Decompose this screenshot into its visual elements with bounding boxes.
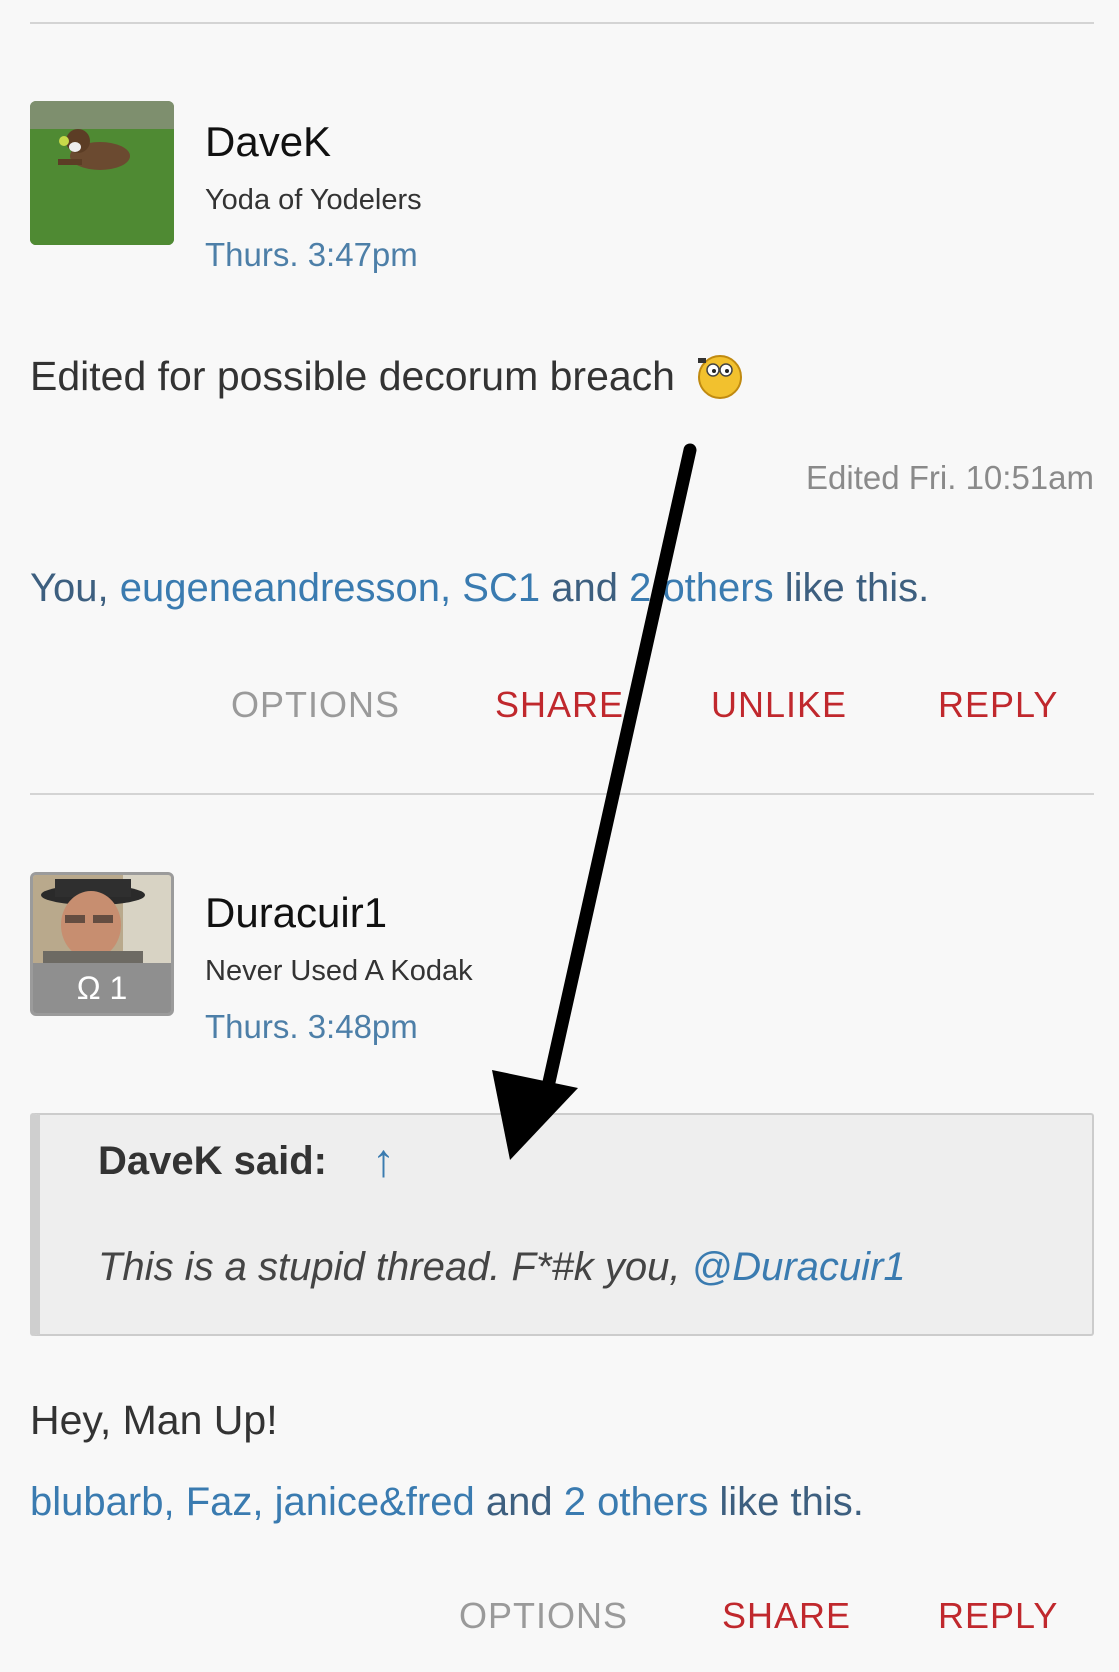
quote-block: DaveK said: ↑ This is a stupid thread. F… [30, 1113, 1094, 1336]
like-user-link[interactable]: SC1 [462, 566, 540, 610]
likes-suffix: like this. [719, 1480, 864, 1524]
quote-author: DaveK said: [98, 1139, 327, 1183]
likes-and: and [485, 1480, 553, 1524]
like-user-link[interactable]: Faz, [186, 1480, 264, 1524]
rank-badge: Ω 1 [33, 963, 171, 1013]
likes-and: and [551, 566, 618, 610]
edited-timestamp: Edited Fri. 10:51am [806, 459, 1094, 496]
quote-text: This is a stupid thread. F*#k you, @Dura… [98, 1245, 906, 1290]
likes-you: You, [30, 566, 109, 610]
mention-link[interactable]: @Duracuir1 [692, 1245, 906, 1289]
user-title: Never Used A Kodak [205, 955, 473, 987]
like-user-link[interactable]: blubarb, [30, 1480, 175, 1524]
post-body: Edited for possible decorum breach [30, 352, 744, 400]
share-button[interactable]: SHARE [722, 1595, 851, 1637]
post-timestamp[interactable]: Thurs. 3:48pm [205, 1008, 418, 1046]
reply-button[interactable]: REPLY [938, 1595, 1058, 1637]
options-button[interactable]: OPTIONS [231, 684, 400, 726]
reply-button[interactable]: REPLY [938, 684, 1058, 726]
unlike-button[interactable]: UNLIKE [711, 684, 847, 726]
post-body: Hey, Man Up! [30, 1397, 278, 1443]
like-user-link[interactable]: janice&fred [275, 1480, 475, 1524]
post-body-text: Edited for possible decorum breach [30, 353, 675, 399]
options-button[interactable]: OPTIONS [459, 1595, 628, 1637]
quote-body: This is a stupid thread. F*#k you, [98, 1245, 681, 1289]
emoji-icon [694, 352, 744, 400]
likes-others-link[interactable]: 2 others [564, 1480, 709, 1524]
share-button[interactable]: SHARE [495, 684, 624, 726]
user-title: Yoda of Yodelers [205, 184, 422, 216]
post-username[interactable]: Duracuir1 [205, 889, 387, 937]
post-timestamp[interactable]: Thurs. 3:47pm [205, 236, 418, 274]
like-user-link[interactable]: eugeneandresson, [120, 566, 451, 610]
dog-photo-icon [30, 101, 174, 245]
likes-line: You, eugeneandresson, SC1 and 2 others l… [30, 566, 929, 611]
quote-source-arrow-icon[interactable]: ↑ [372, 1133, 395, 1187]
man-photo-icon [33, 875, 171, 963]
likes-others-link[interactable]: 2 others [629, 566, 774, 610]
avatar[interactable] [30, 101, 174, 245]
likes-line: blubarb, Faz, janice&fred and 2 others l… [30, 1480, 864, 1525]
post-username[interactable]: DaveK [205, 118, 331, 166]
avatar[interactable]: Ω 1 [30, 872, 174, 1016]
top-divider [30, 22, 1094, 24]
likes-suffix: like this. [784, 566, 930, 610]
post-divider [30, 793, 1094, 795]
